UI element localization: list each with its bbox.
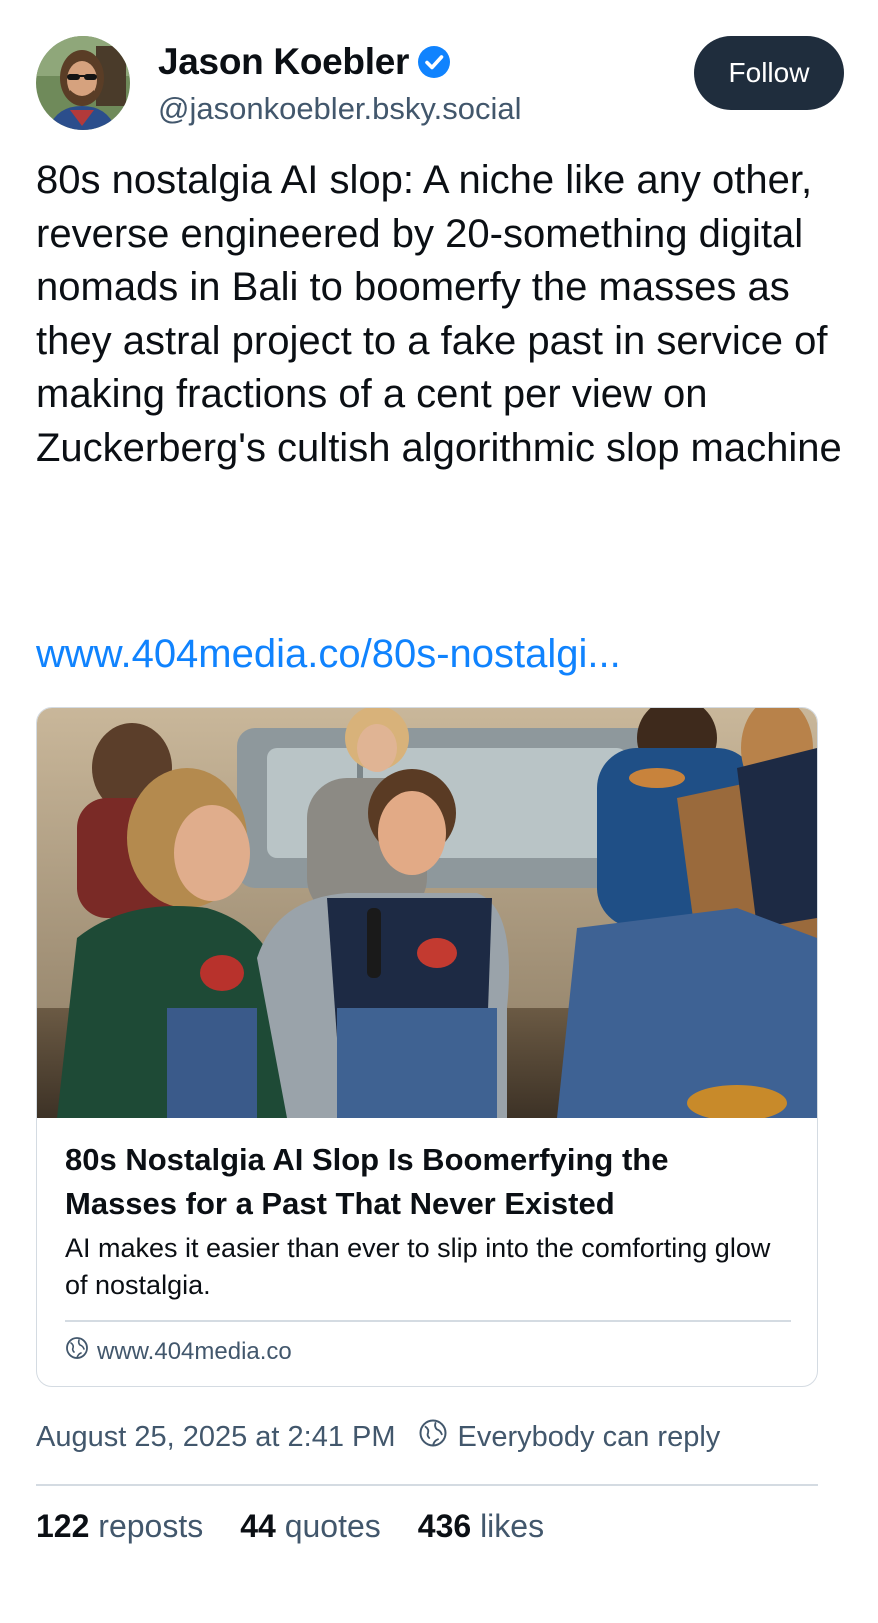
reply-setting-label: Everybody can reply	[457, 1420, 721, 1453]
name-row: Jason Koebler	[158, 40, 451, 84]
link-card-domain: www.404media.co	[97, 1337, 292, 1365]
post-text: 80s nostalgia AI slop: A niche like any …	[36, 158, 842, 470]
link-embed-card[interactable]: 80s Nostalgia AI Slop Is Boomerfying the…	[36, 707, 818, 1387]
link-card-domain-row: www.404media.co	[65, 1336, 292, 1367]
author-display-name[interactable]: Jason Koebler	[158, 40, 409, 84]
link-card-divider	[65, 1320, 791, 1322]
likes-label: likes	[480, 1508, 545, 1544]
post-link[interactable]: www.404media.co/80s-nostalgi...	[36, 628, 621, 681]
reply-setting[interactable]: Everybody can reply	[418, 1418, 721, 1456]
globe-icon	[418, 1418, 448, 1456]
post-header: Jason Koebler @jasonkoebler.bsky.social …	[36, 36, 844, 132]
post-meta: August 25, 2025 at 2:41 PM Everybody can…	[36, 1418, 720, 1456]
reposts-label: reposts	[98, 1508, 204, 1544]
author-handle[interactable]: @jasonkoebler.bsky.social	[158, 90, 521, 128]
avatar[interactable]	[36, 36, 130, 130]
reposts-stat[interactable]: 122 reposts	[36, 1508, 203, 1545]
link-card-description: AI makes it easier than ever to slip int…	[65, 1233, 771, 1300]
stats-divider	[36, 1484, 818, 1486]
quotes-count: 44	[240, 1508, 276, 1544]
reposts-count: 122	[36, 1508, 90, 1544]
link-card-title: 80s Nostalgia AI Slop Is Boomerfying the…	[65, 1142, 669, 1221]
post-timestamp[interactable]: August 25, 2025 at 2:41 PM	[36, 1421, 396, 1454]
follow-button[interactable]: Follow	[694, 36, 844, 110]
globe-icon	[65, 1336, 89, 1367]
engagement-stats: 122 reposts 44 quotes 436 likes	[36, 1508, 544, 1545]
likes-count: 436	[417, 1508, 472, 1544]
quotes-stat[interactable]: 44 quotes	[240, 1508, 381, 1545]
quotes-label: quotes	[284, 1508, 381, 1544]
link-card-image	[37, 708, 817, 1118]
verified-badge-icon[interactable]	[417, 45, 451, 79]
avatar-image	[36, 36, 130, 130]
likes-stat[interactable]: 436 likes	[418, 1508, 544, 1545]
